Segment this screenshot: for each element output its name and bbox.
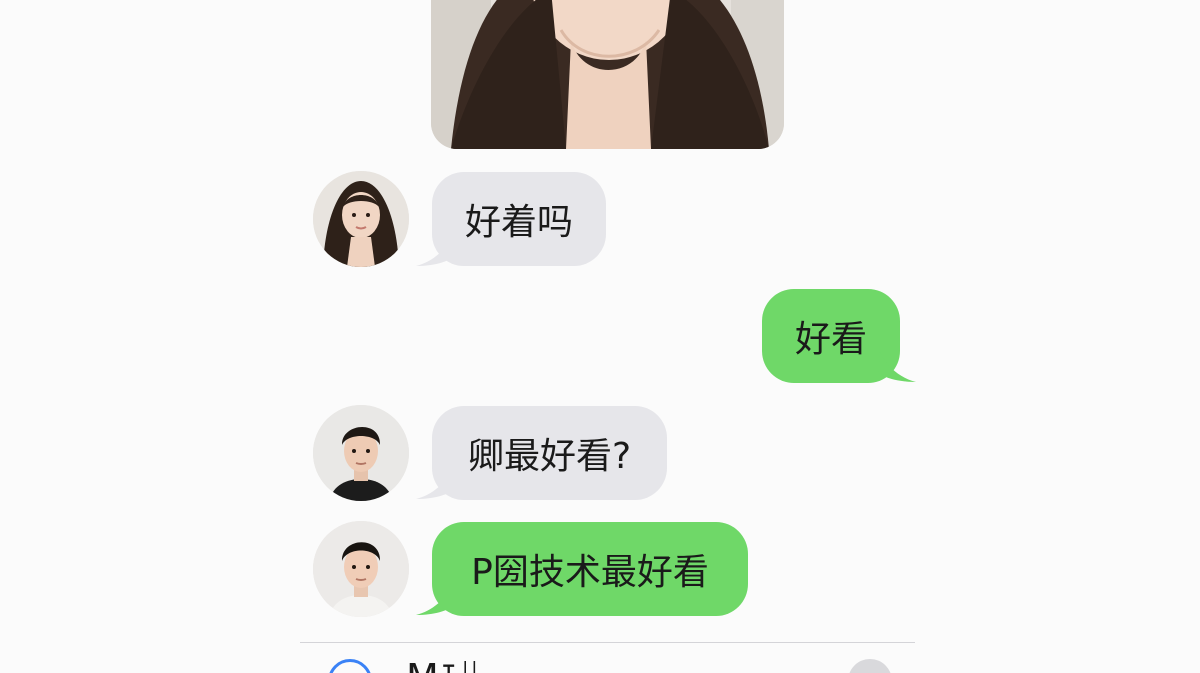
message-text: 卿最好看? (467, 436, 632, 477)
avatar-girl-image (313, 171, 409, 267)
shared-photo[interactable] (431, 0, 784, 149)
message-text: P圀技术最好看 (471, 552, 709, 593)
mic-icon[interactable] (848, 659, 892, 673)
message-input[interactable]: Ɱ⊺ᚺ (406, 659, 481, 673)
avatar-boy-1-image (313, 405, 409, 501)
avatar-boy-2[interactable] (313, 521, 409, 617)
bubble-tail-outgoing (878, 352, 916, 382)
avatar-boy-1[interactable] (313, 405, 409, 501)
chat-screen: 好着吗 好看 卿最好看? P圀技术最好看 (0, 0, 1200, 673)
message-bubble-incoming[interactable]: 卿最好看? (432, 406, 667, 500)
composer-bar: Ɱ⊺ᚺ (300, 643, 915, 673)
avatar-boy-2-image (313, 521, 409, 617)
portrait-photo-image (431, 0, 784, 149)
message-text: 好着吗 (464, 202, 573, 243)
plus-circle-icon[interactable] (328, 659, 372, 673)
avatar-girl[interactable] (313, 171, 409, 267)
message-bubble-incoming[interactable]: 好着吗 (432, 172, 606, 266)
message-text: 好看 (794, 319, 867, 360)
message-bubble-incoming-highlighted[interactable]: P圀技术最好看 (432, 522, 748, 616)
